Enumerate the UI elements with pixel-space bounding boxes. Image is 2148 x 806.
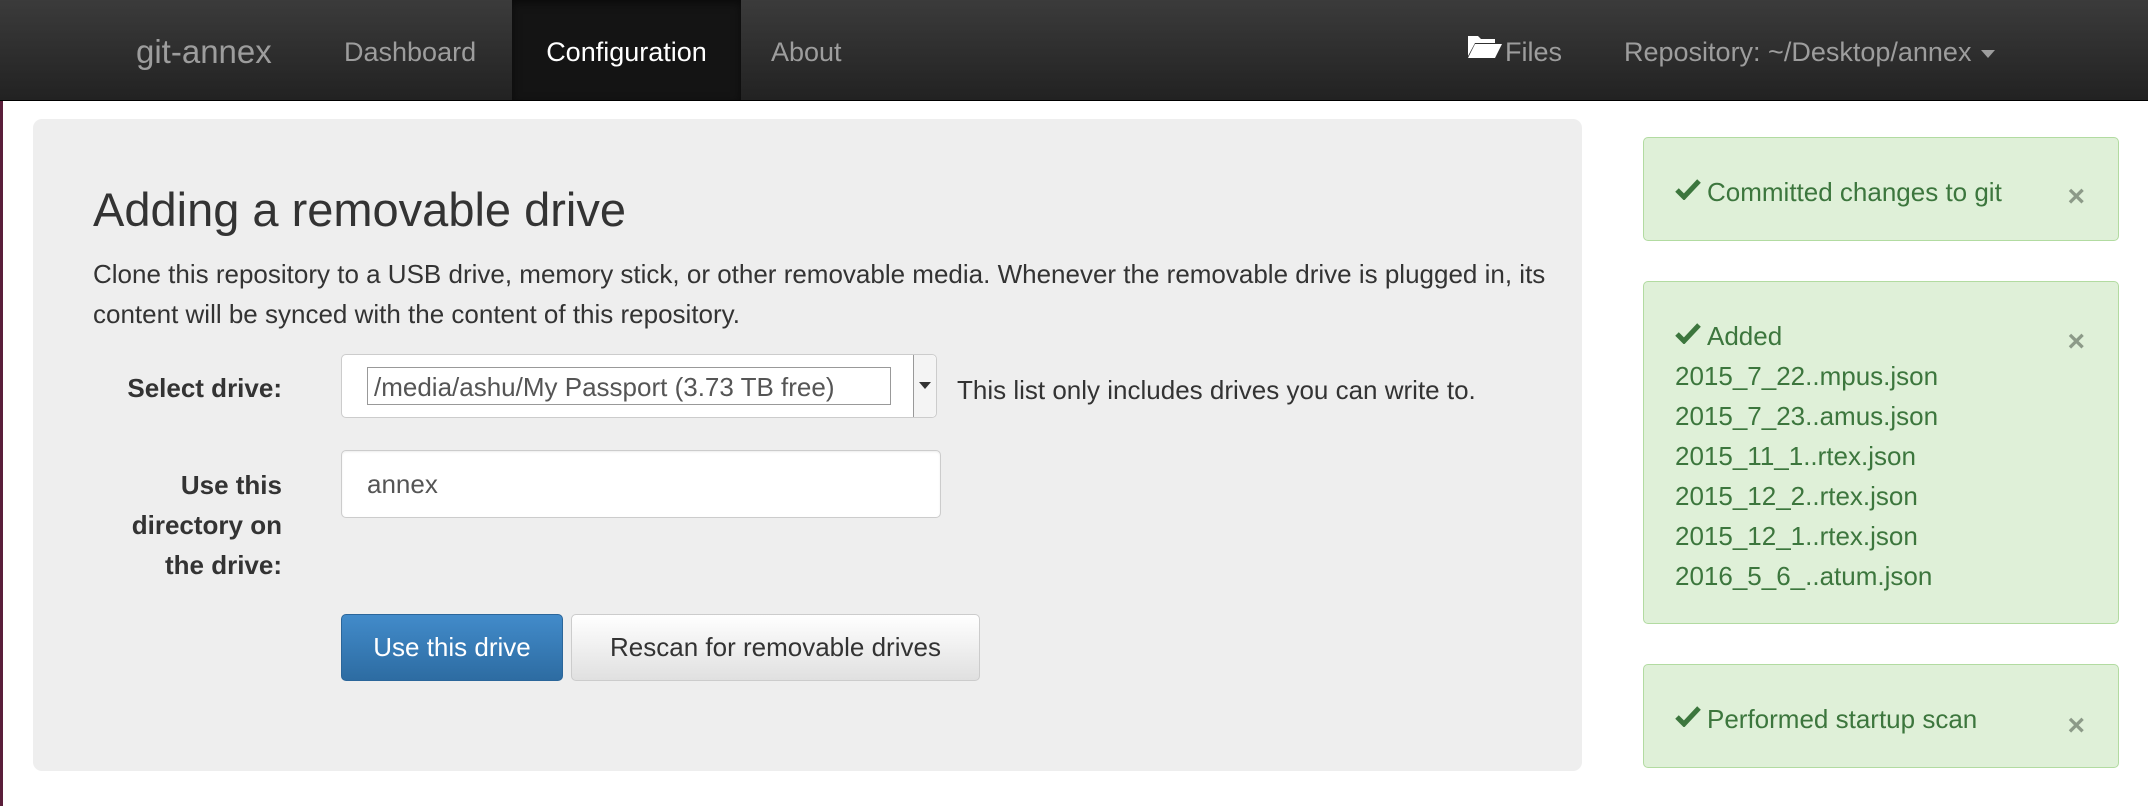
directory-label: Use this directory on the drive:: [90, 465, 282, 585]
nav-dashboard[interactable]: Dashboard: [344, 0, 476, 100]
added-file: 2015_11_1..rtex.json: [1675, 441, 1916, 471]
alert-text: Committed changes to git: [1707, 177, 2002, 207]
added-file: 2015_12_2..rtex.json: [1675, 481, 1918, 511]
directory-label-line: the drive:: [164, 550, 282, 580]
alert-line: Performed startup scan: [1675, 699, 2118, 739]
folder-open-icon: [1467, 0, 1503, 103]
use-drive-button[interactable]: Use this drive: [341, 614, 563, 681]
close-icon[interactable]: ×: [2067, 182, 2085, 212]
drive-select-arrow[interactable]: [913, 355, 936, 417]
dropdown-arrow-icon: [919, 382, 931, 389]
alert-line: Added: [1675, 316, 2118, 356]
close-icon[interactable]: ×: [2067, 711, 2085, 741]
alert-added: Added 2015_7_22..mpus.json 2015_7_23..am…: [1643, 281, 2119, 624]
alert-text: Added: [1707, 321, 1783, 351]
check-icon: [1675, 698, 1701, 738]
drive-help-text: This list only includes drives you can w…: [957, 375, 1476, 405]
repository-dropdown[interactable]: Repository: ~/Desktop/annex: [1624, 0, 1996, 100]
nav-files[interactable]: Files: [1467, 0, 1562, 100]
caret-down-icon: [1981, 49, 1996, 58]
directory-label-line: directory on: [131, 510, 282, 540]
added-file: 2015_7_23..amus.json: [1675, 401, 1939, 431]
nav-files-label: Files: [1505, 37, 1563, 67]
drive-select[interactable]: /media/ashu/My Passport (3.73 TB free): [341, 354, 937, 418]
close-icon[interactable]: ×: [2067, 327, 2085, 357]
directory-label-line: Use this: [180, 470, 282, 500]
alert-startup-scan: Performed startup scan ×: [1643, 664, 2119, 768]
nav-about[interactable]: About: [771, 0, 842, 100]
window-edge: [0, 0, 3, 806]
alert-text: Performed startup scan: [1707, 704, 1978, 734]
rescan-button[interactable]: Rescan for removable drives: [571, 614, 980, 681]
select-drive-label: Select drive:: [127, 373, 282, 403]
nav-configuration[interactable]: Configuration: [512, 0, 741, 100]
drive-select-value: /media/ashu/My Passport (3.73 TB free): [367, 367, 891, 405]
added-file: 2015_12_1..rtex.json: [1675, 521, 1918, 551]
added-file: 2016_5_6_..atum.json: [1675, 561, 1933, 591]
repository-label: Repository: ~/Desktop/annex: [1624, 37, 1972, 67]
added-file: 2015_7_22..mpus.json: [1675, 361, 1939, 391]
brand-link[interactable]: git-annex: [136, 0, 272, 100]
check-icon: [1675, 315, 1701, 355]
check-icon: [1675, 171, 1701, 211]
alert-committed: Committed changes to git ×: [1643, 137, 2119, 241]
page-title: Adding a removable drive: [93, 183, 626, 236]
navbar: git-annex Dashboard Configuration About …: [0, 0, 2148, 101]
directory-input[interactable]: annex: [341, 450, 941, 518]
page-description: Clone this repository to a USB drive, me…: [93, 259, 1546, 329]
alert-line: Committed changes to git: [1675, 172, 2118, 212]
